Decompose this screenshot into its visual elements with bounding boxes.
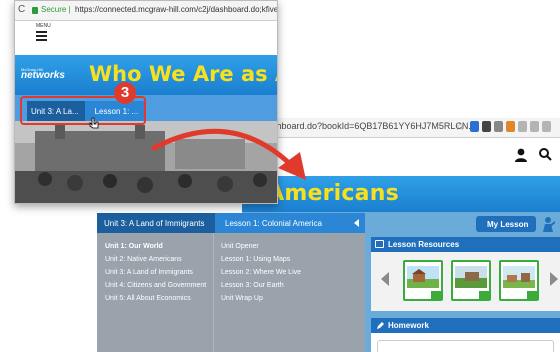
tab-lesson-label: Lesson 1: Colonial America (225, 219, 322, 228)
homework-title: Homework (388, 321, 429, 330)
lesson-resources-title: Lesson Resources (388, 240, 460, 249)
menu-label: MENU (36, 23, 51, 29)
unit-item[interactable]: Unit 2: Native Americans (105, 255, 213, 264)
resource-thumbnail[interactable] (499, 260, 539, 301)
extension-icon[interactable] (518, 121, 527, 132)
resource-thumbnail[interactable] (403, 260, 443, 301)
play-icon (479, 291, 489, 299)
my-lesson-button[interactable]: My Lesson (476, 216, 536, 232)
collapse-arrow-icon[interactable] (354, 219, 359, 227)
course-navigation-panel: Unit 3: A Land of Immigrants Lesson 1: C… (97, 213, 365, 352)
lesson-item[interactable]: Lesson 1: Using Maps (221, 255, 361, 264)
user-icon[interactable] (514, 147, 528, 163)
unit-lesson-columns: Unit 1: Our World Unit 2: Native America… (97, 233, 365, 352)
homework-panel: Homework (371, 318, 560, 352)
transition-arrow-icon (151, 128, 306, 180)
unit-item[interactable]: Unit 5: All About Economics (105, 294, 213, 303)
hamburger-menu-icon[interactable] (36, 31, 47, 41)
lesson-item[interactable]: Lesson 2: Where We Live (221, 268, 361, 277)
bookmark-star-icon[interactable]: ☆ (455, 120, 465, 133)
carousel-next-icon[interactable] (550, 272, 558, 286)
course-tabs: Unit 3: A Land of Immigrants Lesson 1: C… (97, 213, 365, 233)
landscape-thumbnail-icon (407, 266, 439, 288)
landscape-thumbnail-icon (503, 266, 535, 288)
tab-lesson[interactable]: Lesson 1: Colonial America (215, 213, 365, 233)
person-icon[interactable] (541, 216, 555, 232)
lesson-item[interactable]: Unit Wrap Up (221, 294, 361, 303)
networks-logo[interactable]: McGraw-Hill networks (19, 67, 77, 83)
menu-bar: MENU (15, 21, 277, 55)
resource-type-icon (527, 291, 537, 299)
lesson-list: Unit Opener Lesson 1: Using Maps Lesson … (221, 242, 361, 307)
step-badge: 3 (114, 82, 136, 104)
lesson-item[interactable]: Unit Opener (221, 242, 361, 251)
unit-item[interactable]: Unit 1: Our World (105, 242, 213, 251)
video-thumbnail-icon (455, 266, 487, 288)
extension-icon[interactable] (506, 121, 515, 132)
extension-icon[interactable] (470, 121, 479, 132)
resource-type-icon (431, 291, 441, 299)
lesson-item[interactable]: Lesson 3: Our Earth (221, 281, 361, 290)
column-divider (213, 233, 214, 352)
homework-header: Homework (371, 318, 560, 333)
unit-list: Unit 1: Our World Unit 2: Native America… (105, 242, 213, 307)
search-icon[interactable] (538, 147, 552, 161)
address-bar[interactable]: C Secure | https://connected.mcgraw-hill… (15, 1, 277, 21)
unit-item[interactable]: Unit 4: Citizens and Government (105, 281, 213, 290)
pointer-cursor-icon (89, 117, 99, 129)
course-title-banner: McGraw-Hill networks Who We Are as Ameri… (15, 55, 277, 95)
image-icon (375, 240, 384, 248)
lesson-resources-header: Lesson Resources (371, 237, 560, 252)
pencil-icon (377, 322, 384, 329)
address-url[interactable]: https://connected.mcgraw-hill.com/c2j/da… (75, 5, 277, 14)
homework-list[interactable] (377, 340, 554, 352)
course-title: Who We Are as American (89, 62, 277, 86)
reload-icon[interactable]: C (18, 4, 25, 15)
lesson-resources-panel: Lesson Resources (371, 237, 560, 311)
resource-carousel (371, 252, 560, 311)
extension-icon[interactable] (530, 121, 539, 132)
extension-icons (470, 121, 551, 132)
unit-item[interactable]: Unit 3: A Land of Immigrants (105, 268, 213, 277)
networks-logo-text: networks (21, 70, 65, 81)
resource-thumbnail[interactable] (451, 260, 491, 301)
extension-icon[interactable] (482, 121, 491, 132)
tab-unit[interactable]: Unit 3: A Land of Immigrants (97, 213, 215, 233)
extension-icon[interactable] (494, 121, 503, 132)
lock-icon (32, 7, 38, 14)
secure-label: Secure | (41, 5, 71, 14)
extension-icon[interactable] (542, 121, 551, 132)
carousel-prev-icon[interactable] (381, 272, 389, 286)
